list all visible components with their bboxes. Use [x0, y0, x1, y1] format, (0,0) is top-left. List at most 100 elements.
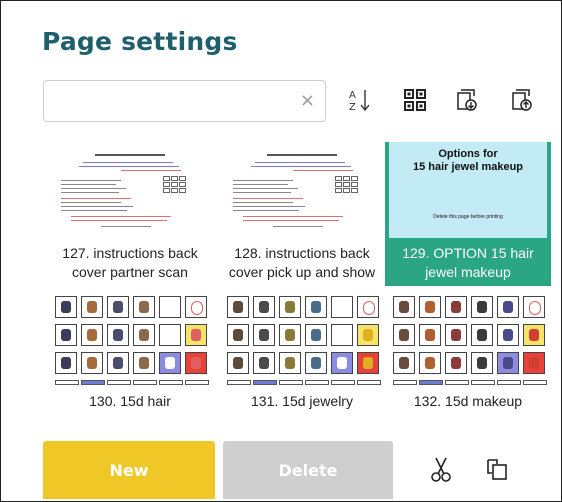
- symbol-cell: [107, 296, 129, 318]
- symbol-picture: [363, 329, 373, 341]
- thumbnail-grid-box: [335, 188, 342, 193]
- symbol-cell: [253, 352, 275, 374]
- page-thumbnail: Options for 15 hair jewel makeup Delete …: [389, 142, 547, 238]
- tab-strip-segment: [305, 380, 329, 385]
- grid-view-icon[interactable]: [400, 85, 430, 115]
- symbol-picture: [259, 357, 269, 369]
- symbol-cell: [227, 324, 249, 346]
- new-button[interactable]: New: [43, 441, 215, 499]
- symbol-picture: [61, 357, 71, 369]
- thumbnail-text-line: [71, 220, 167, 221]
- page-label: 129. OPTION 15 hair jewel makeup: [402, 245, 534, 280]
- page-tile[interactable]: 128. instructions back cover pick up and…: [219, 142, 385, 286]
- thumbnail-text-line: [233, 202, 293, 203]
- symbol-cell: [279, 296, 301, 318]
- tab-strip-segment: [393, 380, 417, 385]
- svg-text:Z: Z: [349, 102, 356, 113]
- symbol-picture: [165, 329, 175, 341]
- symbol-cell: [159, 324, 181, 346]
- symbol-cell: [523, 324, 545, 346]
- page-tile[interactable]: 131. 15d jewelry: [219, 292, 385, 436]
- symbol-picture: [285, 301, 295, 313]
- symbol-picture: [311, 357, 321, 369]
- symbol-cell: [445, 296, 467, 318]
- thumbnail-text-line: [233, 210, 299, 211]
- thumbnail-text-line: [273, 226, 323, 227]
- symbol-picture: [165, 301, 175, 313]
- symbol-cell: [55, 296, 77, 318]
- tab-strip-segment: [185, 380, 209, 385]
- thumbnail-grid-box: [163, 176, 170, 181]
- symbol-cell: [227, 352, 249, 374]
- symbol-picture: [285, 329, 295, 341]
- search-box[interactable]: ×: [43, 80, 326, 122]
- thumbnail-grid-box: [171, 188, 178, 193]
- thumbnail-grid-box: [343, 182, 350, 187]
- thumbnail-text-line: [61, 210, 127, 211]
- symbol-cell: [81, 352, 103, 374]
- symbol-picture: [503, 357, 513, 369]
- symbol-picture: [233, 301, 243, 313]
- page-tile[interactable]: 130. 15d hair: [47, 292, 213, 436]
- tab-strip-segment: [523, 380, 547, 385]
- thumbnail-grid-box: [171, 176, 178, 181]
- clear-search-icon[interactable]: ×: [300, 91, 315, 111]
- symbol-cell: [305, 296, 327, 318]
- tab-strip-segment: [107, 380, 131, 385]
- thumbnail-grid-box: [351, 182, 358, 187]
- symbol-cell: [357, 296, 379, 318]
- thumbnail-text-line: [121, 170, 181, 171]
- thumbnail-text-line: [61, 184, 116, 185]
- page-label: 128. instructions back cover pick up and…: [228, 245, 376, 280]
- export-page-icon[interactable]: [507, 85, 537, 115]
- thumbnail-text-line: [79, 166, 179, 167]
- symbol-cell: [227, 296, 249, 318]
- symbol-cell: [471, 296, 493, 318]
- symbol-cell: [523, 352, 545, 374]
- symbol-picture: [529, 329, 539, 341]
- symbol-picture: [87, 301, 97, 313]
- copy-icon[interactable]: [481, 453, 513, 485]
- symbol-cell: [185, 296, 207, 318]
- sort-alpha-down-icon[interactable]: A Z: [345, 85, 375, 115]
- symbol-picture: [477, 357, 487, 369]
- import-page-icon[interactable]: [452, 85, 482, 115]
- symbol-cell: [331, 296, 353, 318]
- delete-button[interactable]: Delete: [223, 441, 393, 499]
- page-label: 132. 15d makeup: [413, 393, 523, 409]
- page-thumbnail: [51, 292, 209, 388]
- thumbnail-grid-box: [343, 176, 350, 181]
- search-input[interactable]: [52, 89, 296, 115]
- thumbnail-grid-box: [163, 182, 170, 187]
- symbol-cell: [523, 296, 545, 318]
- thumbnail-text-line: [255, 162, 345, 163]
- thumbnail-text-line: [233, 184, 288, 185]
- symbol-picture: [311, 301, 321, 313]
- page-tile-selected[interactable]: Options for 15 hair jewel makeup Delete …: [385, 142, 551, 286]
- tab-strip-segment: [497, 380, 521, 385]
- thumbnail-text-line: [243, 220, 339, 221]
- thumbnail-title: Options for 15 hair jewel makeup: [412, 148, 524, 173]
- symbol-cell: [107, 324, 129, 346]
- symbol-picture: [259, 329, 269, 341]
- thumbnail-text-line: [293, 170, 353, 171]
- tab-strip-segment: [227, 380, 251, 385]
- page-tile[interactable]: 127. instructions back cover partner sca…: [47, 142, 213, 286]
- tab-strip-segment: [133, 380, 157, 385]
- thumbnail-text-line: [243, 216, 343, 217]
- thumbnail-text-line: [233, 180, 293, 181]
- thumbnail-note: Delete this page before printing: [433, 214, 503, 220]
- thumbnail-text-line: [61, 188, 126, 189]
- tab-strip-segment: [253, 380, 277, 385]
- page-tile[interactable]: 132. 15d makeup: [385, 292, 551, 436]
- symbol-picture: [425, 329, 435, 341]
- symbol-picture: [451, 357, 461, 369]
- symbol-cell: [331, 324, 353, 346]
- scissors-icon[interactable]: [425, 453, 457, 485]
- thumbnail-grid-box: [343, 188, 350, 193]
- symbol-picture: [399, 357, 409, 369]
- thumbnail-grid-box: [351, 188, 358, 193]
- tab-strip-segment: [445, 380, 469, 385]
- symbol-cell: [133, 296, 155, 318]
- thumbnail-grid-box: [179, 176, 186, 181]
